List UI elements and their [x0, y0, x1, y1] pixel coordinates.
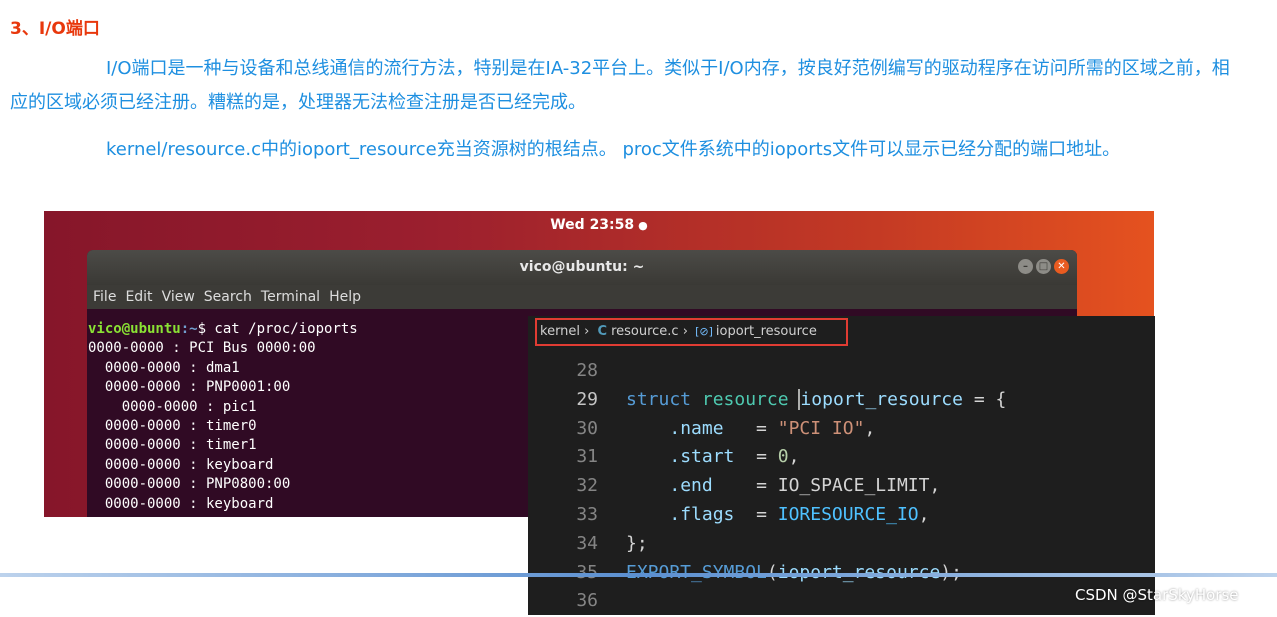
text-cursor: i	[798, 388, 812, 410]
type-resource: resource	[701, 388, 789, 410]
macro-value: IORESOURCE_IO	[777, 503, 919, 525]
menu-search[interactable]: Search	[204, 289, 252, 305]
top-bar: Wed 23:58 ●	[44, 211, 1154, 239]
line-number: 30	[576, 417, 598, 439]
section-heading: 3、I/O端口	[10, 19, 100, 39]
prompt-command: $ cat /proc/ioports	[197, 321, 358, 337]
minimize-icon[interactable]: –	[1018, 259, 1033, 274]
menu-terminal[interactable]: Terminal	[261, 289, 320, 305]
line-number: 28	[576, 360, 598, 381]
code-token: ,	[864, 417, 876, 439]
c-file-icon: C	[597, 324, 608, 339]
menu-help[interactable]: Help	[329, 289, 361, 305]
code-token: =	[734, 446, 778, 468]
identifier-ioport-resource: oport_resource	[811, 388, 963, 410]
breadcrumb-symbol[interactable]: ioport_resource	[716, 324, 817, 339]
string-value: "PCI IO"	[777, 417, 865, 439]
prompt-user: vico@ubuntu	[88, 321, 181, 337]
paragraph-io-ports-text: I/O端口是一种与设备和总线通信的流行方法，特别是在IA-32平台上。类似于I/…	[10, 58, 1230, 113]
prompt-path: :~	[180, 321, 198, 337]
field-flags: .flags	[669, 503, 735, 525]
code-token: ,	[788, 446, 800, 468]
line-number: 29	[576, 388, 598, 410]
line-number: 34	[576, 532, 598, 554]
chevron-right-icon: ›	[584, 324, 590, 339]
terminal-titlebar[interactable]: vico@ubuntu: ~ – □ ✕	[87, 250, 1077, 285]
line-number: 33	[576, 503, 598, 525]
menu-view[interactable]: View	[162, 289, 195, 305]
maximize-icon[interactable]: □	[1036, 259, 1051, 274]
macro-value: IO_SPACE_LIMIT	[777, 475, 930, 497]
code-token: };	[626, 532, 648, 554]
code-line: 31 .start = 0,	[528, 443, 1155, 472]
menu-edit[interactable]: Edit	[125, 289, 152, 305]
field-end: .end	[669, 475, 713, 497]
code-line: 34};	[528, 530, 1155, 559]
close-icon[interactable]: ✕	[1054, 259, 1069, 274]
keyword-struct: struct	[626, 388, 692, 410]
code-line: 29 struct resource ioport_resource = {	[528, 386, 1155, 415]
code-line: 28	[528, 357, 1155, 386]
menu-file[interactable]: File	[93, 289, 116, 305]
paragraph-io-ports: I/O端口是一种与设备和总线通信的流行方法，特别是在IA-32平台上。类似于I/…	[10, 52, 1240, 120]
code-token: =	[734, 503, 778, 525]
breadcrumb: kernel › Cresource.c › [⊘] ioport_resourc…	[535, 318, 848, 346]
code-line: 36	[528, 587, 1155, 615]
code-line: 32 .end = IO_SPACE_LIMIT,	[528, 472, 1155, 501]
chevron-right-icon: ›	[682, 324, 688, 339]
terminal-title: vico@ubuntu: ~	[519, 259, 645, 275]
line-number: 31	[576, 446, 598, 468]
code-token: = {	[962, 388, 1007, 410]
code-token: ,	[929, 475, 941, 497]
watermark: CSDN @StarSkyHorse	[1075, 586, 1239, 604]
code-line: 30 .name = "PCI IO",	[528, 415, 1155, 444]
number-value: 0	[777, 446, 789, 468]
line-number: 32	[576, 475, 598, 497]
code-token: =	[723, 417, 778, 439]
window-controls: – □ ✕	[1015, 259, 1069, 294]
code-line: 33 .flags = IORESOURCE_IO,	[528, 501, 1155, 530]
clock[interactable]: Wed 23:58	[550, 217, 634, 233]
code-editor[interactable]: kernel › Cresource.c › [⊘] ioport_resourc…	[528, 316, 1155, 615]
breadcrumb-folder[interactable]: kernel	[540, 324, 580, 339]
variable-symbol-icon: [⊘]	[695, 325, 713, 338]
field-name: .name	[669, 417, 724, 439]
paragraph-ioport-resource-text: kernel/resource.c中的ioport_resource充当资源树的…	[106, 139, 1121, 160]
notification-dot-icon: ●	[638, 219, 648, 232]
code-token: =	[712, 475, 778, 497]
terminal-menubar: File Edit View Search Terminal Help	[87, 285, 1077, 309]
paragraph-ioport-resource: kernel/resource.c中的ioport_resource充当资源树的…	[10, 133, 1240, 167]
field-start: .start	[669, 446, 735, 468]
line-number: 36	[576, 590, 598, 612]
code-token: ,	[918, 503, 930, 525]
breadcrumb-file[interactable]: resource.c	[611, 324, 679, 339]
bottom-divider	[0, 573, 1277, 577]
